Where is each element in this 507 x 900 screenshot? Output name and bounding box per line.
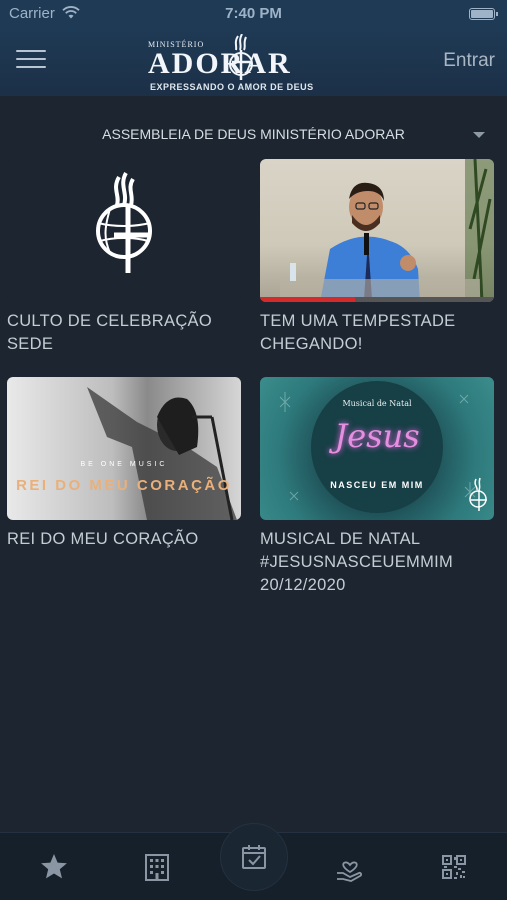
- video-title: REI DO MEU CORAÇÃO: [7, 530, 199, 548]
- login-button[interactable]: Entrar: [443, 50, 495, 72]
- video-card[interactable]: BE ONE MUSIC REI DO MEU CORAÇÃO REI DO M…: [7, 377, 241, 551]
- building-icon[interactable]: [141, 851, 173, 883]
- video-card[interactable]: TEM UMA TEMPESTADE CHEGANDO!: [260, 159, 494, 356]
- thumbnail-label: NASCEU EM MIM: [330, 480, 424, 490]
- bottom-tab-bar: [0, 823, 507, 900]
- qr-code-icon[interactable]: [438, 851, 470, 883]
- ministerio-adorar-logo: MINISTÉRIO ADORAR EXPRESSANDO O AMOR DE …: [148, 34, 342, 94]
- video-title: MUSICAL DE NATAL #JESUSNASCEUEMMIM 20/12…: [260, 530, 454, 594]
- video-thumbnail[interactable]: [260, 159, 494, 302]
- church-selector-label: ASSEMBLEIA DE DEUS MINISTÉRIO ADORAR: [102, 126, 405, 142]
- thumbnail-script: Jesus: [334, 417, 420, 455]
- video-thumbnail[interactable]: [7, 159, 241, 302]
- calendar-check-icon[interactable]: [238, 841, 270, 873]
- preacher-photo: [260, 159, 494, 302]
- singer-photo: [87, 387, 237, 520]
- thumbnail-label: REI DO MEU CORAÇÃO: [16, 477, 232, 494]
- hand-heart-icon[interactable]: [334, 851, 366, 883]
- video-title: TEM UMA TEMPESTADE CHEGANDO!: [260, 312, 456, 353]
- logo-slogan: EXPRESSANDO O AMOR DE DEUS: [150, 82, 314, 92]
- logo-wordmark: ADORAR: [148, 47, 292, 80]
- thumbnail-script-top: Musical de Natal: [342, 399, 412, 408]
- video-title: CULTO DE CELEBRAÇÃO SEDE: [7, 312, 212, 353]
- video-card[interactable]: CULTO DE CELEBRAÇÃO SEDE: [7, 159, 241, 356]
- battery-icon: [469, 8, 498, 20]
- star-icon[interactable]: [38, 851, 70, 883]
- globe-flame-icon: [229, 34, 253, 80]
- video-thumbnail[interactable]: Musical de Natal Jesus NASCEU EM MIM: [260, 377, 494, 520]
- clock: 7:40 PM: [225, 5, 282, 22]
- app-header: MINISTÉRIO ADORAR EXPRESSANDO O AMOR DE …: [0, 28, 507, 96]
- status-bar: Carrier 7:40 PM: [0, 0, 507, 28]
- adorar-emblem-icon: [96, 171, 152, 273]
- video-card[interactable]: Musical de Natal Jesus NASCEU EM MIM MUS…: [260, 377, 494, 597]
- video-thumbnail[interactable]: BE ONE MUSIC REI DO MEU CORAÇÃO: [7, 377, 241, 520]
- chevron-down-icon: [473, 132, 485, 138]
- hamburger-menu-icon[interactable]: [16, 50, 46, 72]
- thumbnail-label-small: BE ONE MUSIC: [80, 461, 168, 468]
- church-selector[interactable]: ASSEMBLEIA DE DEUS MINISTÉRIO ADORAR: [0, 118, 507, 152]
